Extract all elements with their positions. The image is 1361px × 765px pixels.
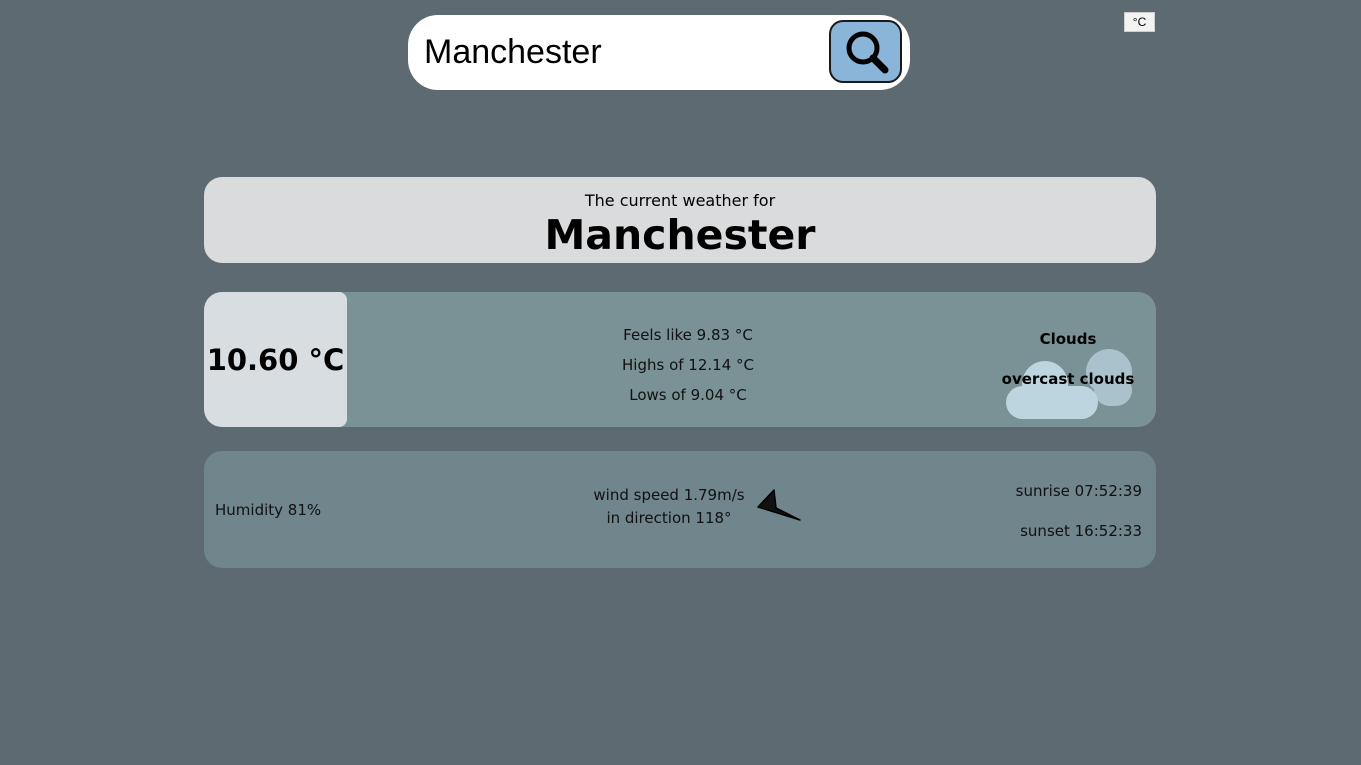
weather-description: overcast clouds bbox=[1001, 370, 1135, 388]
location-card: The current weather for Manchester bbox=[204, 177, 1156, 263]
temperature-details: Feels like 9.83 °C Highs of 12.14 °C Low… bbox=[588, 320, 788, 410]
temperature-low: Lows of 9.04 °C bbox=[629, 386, 747, 404]
location-city: Manchester bbox=[544, 211, 816, 259]
sunrise: sunrise 07:52:39 bbox=[1015, 482, 1142, 500]
weather-app: °C The current weather for Manchester 10… bbox=[0, 0, 1361, 765]
location-subtitle: The current weather for bbox=[584, 191, 776, 210]
wind-direction-arrow-icon bbox=[757, 489, 801, 521]
unit-toggle-button[interactable]: °C bbox=[1124, 12, 1155, 32]
temperature-card: 10.60 °C Feels like 9.83 °C Highs of 12.… bbox=[204, 292, 1156, 427]
wind-direction: in direction 118° bbox=[606, 509, 732, 527]
search-icon bbox=[846, 31, 889, 74]
search-bar bbox=[408, 15, 910, 90]
current-temperature-panel: 10.60 °C bbox=[204, 292, 347, 427]
temperature-high: Highs of 12.14 °C bbox=[622, 356, 754, 374]
search-input[interactable] bbox=[424, 29, 814, 75]
wind-speed: wind speed 1.79m/s bbox=[593, 486, 745, 504]
current-temperature: 10.60 °C bbox=[206, 343, 345, 377]
humidity: Humidity 81% bbox=[215, 501, 322, 519]
feels-like: Feels like 9.83 °C bbox=[623, 326, 753, 344]
wind-info: wind speed 1.79m/s in direction 118° bbox=[579, 484, 759, 530]
search-button[interactable] bbox=[829, 20, 902, 83]
details-card: Humidity 81% wind speed 1.79m/s in direc… bbox=[204, 451, 1156, 568]
weather-condition: Clouds bbox=[1039, 330, 1097, 348]
sunset: sunset 16:52:33 bbox=[1020, 522, 1142, 540]
